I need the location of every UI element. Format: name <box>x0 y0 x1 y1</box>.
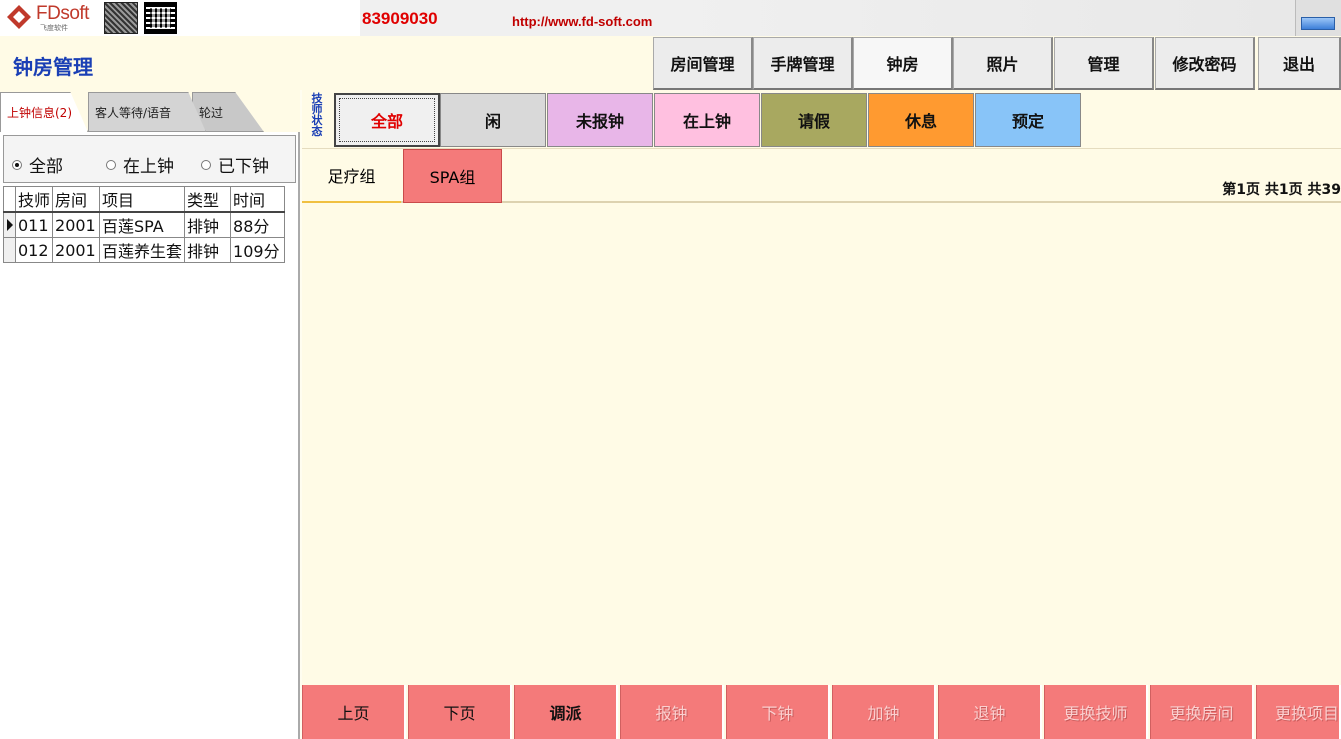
technician-grid-area <box>302 204 1341 684</box>
technician-status-label: 技师状态 <box>311 92 323 138</box>
banner-gradient <box>660 0 1295 36</box>
logo-text: FDsoft <box>36 3 89 24</box>
nav-room-management-button[interactable]: 房间管理 <box>653 37 753 90</box>
tab-rotation-label: 轮过 <box>199 105 224 120</box>
prev-page-button[interactable]: 上页 <box>302 685 406 739</box>
website-url: http://www.fd-soft.com <box>512 14 653 29</box>
table-cell[interactable]: 2001 <box>52 211 101 238</box>
end-clock-button[interactable]: 下钟 <box>726 685 830 739</box>
change-technician-button[interactable]: 更换技师 <box>1044 685 1148 739</box>
group-tab-bar: 足疗组 SPA组 <box>302 148 1341 203</box>
table-cell[interactable]: 011 <box>14 211 54 238</box>
table-header-row: 技师 房间 项目 类型 时间 <box>3 186 286 213</box>
table-cell[interactable]: 排钟 <box>184 237 232 263</box>
page-title: 钟房管理 <box>13 55 93 79</box>
row-selector-header <box>3 186 16 213</box>
left-panel: 轮过 客人等待/语音 上钟信息(2) 全部 在上钟 已下钟 技师 房间 项目 类… <box>0 90 300 739</box>
add-clock-button[interactable]: 加钟 <box>832 685 936 739</box>
cancel-clock-button[interactable]: 退钟 <box>938 685 1042 739</box>
clock-info-table: 技师 房间 项目 类型 时间 011 2001 百莲SPA 排钟 88分 012… <box>3 186 286 263</box>
top-banner: FDsoft 飞度软件 83909030 http://www.fd-soft.… <box>0 0 1341 36</box>
filter-off-clock-radio[interactable]: 已下钟 <box>201 152 269 177</box>
filter-all-label: 全部 <box>29 157 63 177</box>
status-on-clock-button[interactable]: 在上钟 <box>654 93 760 147</box>
table-row[interactable]: 011 2001 百莲SPA 排钟 88分 <box>3 211 286 238</box>
column-header[interactable]: 房间 <box>52 186 101 213</box>
banner-brand-area: FDsoft 飞度软件 <box>0 0 360 36</box>
status-all-button[interactable]: 全部 <box>334 93 440 147</box>
change-room-button[interactable]: 更换房间 <box>1150 685 1254 739</box>
status-reserved-button[interactable]: 预定 <box>975 93 1081 147</box>
table-cell[interactable]: 012 <box>14 237 54 263</box>
filter-all-radio[interactable]: 全部 <box>12 152 63 177</box>
column-header[interactable]: 时间 <box>230 186 286 213</box>
group-foot-therapy-tab[interactable]: 足疗组 <box>302 149 401 203</box>
left-tabs: 轮过 客人等待/语音 上钟信息(2) <box>0 90 300 132</box>
logo-subtitle: 飞度软件 <box>40 24 68 32</box>
phone-number: 83909030 <box>362 9 438 28</box>
fdsoft-logo-icon <box>7 5 31 29</box>
bottom-action-bar: 上页 下页 调派 报钟 下钟 加钟 退钟 更换技师 更换房间 更换项目 <box>302 685 1341 739</box>
report-clock-button[interactable]: 报钟 <box>620 685 724 739</box>
app-root: FDsoft 飞度软件 83909030 http://www.fd-soft.… <box>0 0 1341 739</box>
tab-guest-waiting[interactable]: 客人等待/语音 <box>88 92 206 132</box>
table-cell[interactable]: 百莲SPA <box>99 211 186 238</box>
status-rest-button[interactable]: 休息 <box>868 93 974 147</box>
radio-unchecked-icon <box>201 159 211 170</box>
tab-on-clock-info[interactable]: 上钟信息(2) <box>0 92 88 132</box>
nav-wristband-management-button[interactable]: 手牌管理 <box>753 37 853 90</box>
radio-checked-icon <box>12 159 22 170</box>
dispatch-button[interactable]: 调派 <box>514 685 618 739</box>
table-cell[interactable]: 88分 <box>230 211 286 238</box>
main-area: 技师状态 全部 闲 未报钟 在上钟 请假 休息 预定 足疗组 SPA组 第1页 … <box>302 90 1341 739</box>
clock-filter-group: 全部 在上钟 已下钟 <box>3 135 296 183</box>
nav-clock-room-button[interactable]: 钟房 <box>853 37 953 90</box>
column-header[interactable]: 类型 <box>184 186 232 213</box>
filter-on-clock-radio[interactable]: 在上钟 <box>106 152 174 177</box>
tab-on-clock-info-label: 上钟信息(2) <box>7 106 72 120</box>
qr-code-icon <box>144 2 177 34</box>
change-item-button[interactable]: 更换项目 <box>1256 685 1341 739</box>
table-cell[interactable]: 109分 <box>230 237 286 263</box>
minimize-button[interactable] <box>1301 17 1335 30</box>
row-selector[interactable] <box>3 211 16 238</box>
column-header[interactable]: 技师 <box>14 186 54 213</box>
status-idle-button[interactable]: 闲 <box>440 93 546 147</box>
tab-guest-waiting-label: 客人等待/语音 <box>95 105 172 120</box>
pagination-info: 第1页 共1页 共39 <box>1222 182 1341 198</box>
table-row[interactable]: 012 2001 百莲养生套 排钟 109分 <box>3 237 286 263</box>
radio-unchecked-icon <box>106 159 116 170</box>
current-row-arrow-icon <box>7 218 13 231</box>
column-header[interactable]: 项目 <box>99 186 186 213</box>
nav-photo-button[interactable]: 照片 <box>953 37 1053 90</box>
row-selector[interactable] <box>3 237 16 263</box>
nav-change-password-button[interactable]: 修改密码 <box>1155 37 1255 90</box>
filter-on-clock-label: 在上钟 <box>123 157 174 177</box>
table-cell[interactable]: 百莲养生套 <box>99 237 186 263</box>
filter-off-clock-label: 已下钟 <box>218 157 269 177</box>
nav-manage-button[interactable]: 管理 <box>1054 37 1154 90</box>
table-cell[interactable]: 排钟 <box>184 211 232 238</box>
qr-code-image <box>104 2 138 34</box>
table-cell[interactable]: 2001 <box>52 237 101 263</box>
status-leave-button[interactable]: 请假 <box>761 93 867 147</box>
next-page-button[interactable]: 下页 <box>408 685 512 739</box>
group-spa-tab[interactable]: SPA组 <box>403 149 502 203</box>
status-unreported-button[interactable]: 未报钟 <box>547 93 653 147</box>
nav-exit-button[interactable]: 退出 <box>1258 37 1341 90</box>
